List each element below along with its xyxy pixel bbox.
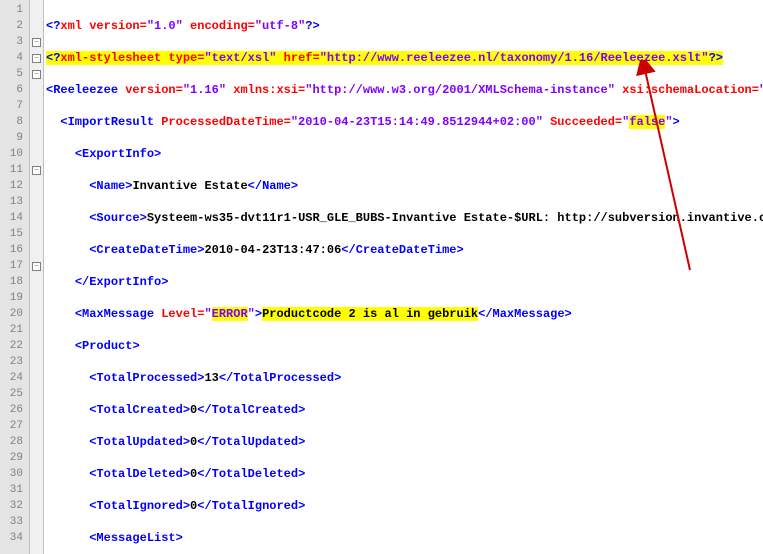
line-number: 17 — [0, 258, 23, 274]
line-number: 22 — [0, 338, 23, 354]
line-number: 31 — [0, 482, 23, 498]
line-number: 10 — [0, 146, 23, 162]
line-number: 34 — [0, 530, 23, 546]
code-line: <?xml version="1.0" encoding="utf-8"?> — [46, 18, 763, 34]
line-number: 29 — [0, 450, 23, 466]
code-line: <MaxMessage Level="ERROR">Productcode 2 … — [46, 306, 763, 322]
fold-toggle[interactable]: − — [32, 262, 41, 271]
line-number: 7 — [0, 98, 23, 114]
code-editor: 1 2 3 4 5 6 7 8 9 10 11 12 13 14 15 16 1… — [0, 0, 763, 554]
code-line: <TotalUpdated>0</TotalUpdated> — [46, 434, 763, 450]
fold-toggle[interactable]: − — [32, 166, 41, 175]
line-number: 15 — [0, 226, 23, 242]
code-line: <TotalDeleted>0</TotalDeleted> — [46, 466, 763, 482]
line-number: 12 — [0, 178, 23, 194]
code-line: <MessageList> — [46, 530, 763, 546]
line-number: 8 — [0, 114, 23, 130]
code-line: <?xml-stylesheet type="text/xsl" href="h… — [46, 50, 763, 66]
line-number: 28 — [0, 434, 23, 450]
line-number: 18 — [0, 274, 23, 290]
code-line: <Reeleezee version="1.16" xmlns:xsi="htt… — [46, 82, 763, 98]
line-number: 23 — [0, 354, 23, 370]
line-number: 26 — [0, 402, 23, 418]
line-number: 9 — [0, 130, 23, 146]
line-number: 30 — [0, 466, 23, 482]
code-line: <TotalProcessed>13</TotalProcessed> — [46, 370, 763, 386]
line-number: 2 — [0, 18, 23, 34]
line-number: 27 — [0, 418, 23, 434]
line-number: 24 — [0, 370, 23, 386]
line-number: 25 — [0, 386, 23, 402]
code-line: <ImportResult ProcessedDateTime="2010-04… — [46, 114, 763, 130]
code-line: <Source>Systeem-ws35-dvt11r1-USR_GLE_BUB… — [46, 210, 763, 226]
fold-toggle[interactable]: − — [32, 70, 41, 79]
code-area[interactable]: <?xml version="1.0" encoding="utf-8"?> <… — [44, 0, 763, 554]
line-number: 6 — [0, 82, 23, 98]
line-number: 19 — [0, 290, 23, 306]
line-number: 14 — [0, 210, 23, 226]
code-line: <Product> — [46, 338, 763, 354]
line-number: 11 — [0, 162, 23, 178]
code-line: <TotalIgnored>0</TotalIgnored> — [46, 498, 763, 514]
code-line: <ExportInfo> — [46, 146, 763, 162]
line-number: 3 — [0, 34, 23, 50]
code-line: </ExportInfo> — [46, 274, 763, 290]
line-number: 33 — [0, 514, 23, 530]
line-number: 1 — [0, 2, 23, 18]
line-number: 32 — [0, 498, 23, 514]
code-line: <TotalCreated>0</TotalCreated> — [46, 402, 763, 418]
line-number: 20 — [0, 306, 23, 322]
line-number: 21 — [0, 322, 23, 338]
line-number: 13 — [0, 194, 23, 210]
code-line: <CreateDateTime>2010-04-23T13:47:06</Cre… — [46, 242, 763, 258]
fold-toggle[interactable]: − — [32, 38, 41, 47]
fold-gutter: − − − − − — [30, 0, 44, 554]
fold-toggle[interactable]: − — [32, 54, 41, 63]
code-line: <Name>Invantive Estate</Name> — [46, 178, 763, 194]
line-number: 16 — [0, 242, 23, 258]
line-number: 4 — [0, 50, 23, 66]
line-number-gutter: 1 2 3 4 5 6 7 8 9 10 11 12 13 14 15 16 1… — [0, 0, 30, 554]
line-number: 5 — [0, 66, 23, 82]
